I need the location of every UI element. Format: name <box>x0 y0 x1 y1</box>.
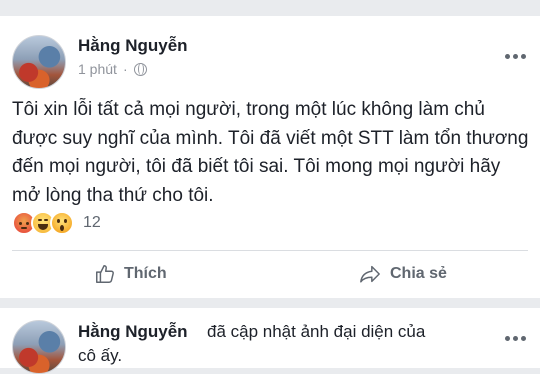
share-button[interactable]: Chia sẻ <box>358 259 447 289</box>
post-meta: 1 phút · <box>78 61 147 77</box>
divider <box>12 250 528 251</box>
more-options-icon[interactable] <box>505 336 526 341</box>
like-label: Thích <box>124 265 167 282</box>
share-arrow-icon <box>360 265 380 283</box>
avatar[interactable] <box>12 35 66 89</box>
post-action-text: đã cập nhật ảnh đại diện của <box>207 322 426 341</box>
post-action-text-continued: cô ấy. <box>78 346 123 365</box>
post-text: Tôi xin lỗi tất cả mọi người, trong một … <box>12 99 529 206</box>
post-card: Hằng Nguyễn 1 phút · Tôi xin lỗi tất cả … <box>0 16 540 298</box>
avatar[interactable] <box>12 320 66 374</box>
like-button[interactable]: Thích <box>94 259 167 289</box>
wow-reaction-icon <box>50 211 74 235</box>
post-card: Hằng Nguyễn đã cập nhật ảnh đại diện của… <box>0 308 540 374</box>
share-label: Chia sẻ <box>390 265 447 282</box>
post-timestamp[interactable]: 1 phút <box>78 61 117 77</box>
author-name[interactable]: Hằng Nguyễn <box>78 322 188 342</box>
reactions-summary[interactable]: 12 <box>12 211 101 235</box>
more-options-icon[interactable] <box>505 54 526 59</box>
thumbs-up-icon <box>96 265 114 283</box>
globe-icon <box>133 62 147 76</box>
author-name[interactable]: Hằng Nguyễn <box>78 36 188 56</box>
reaction-count: 12 <box>83 214 101 231</box>
